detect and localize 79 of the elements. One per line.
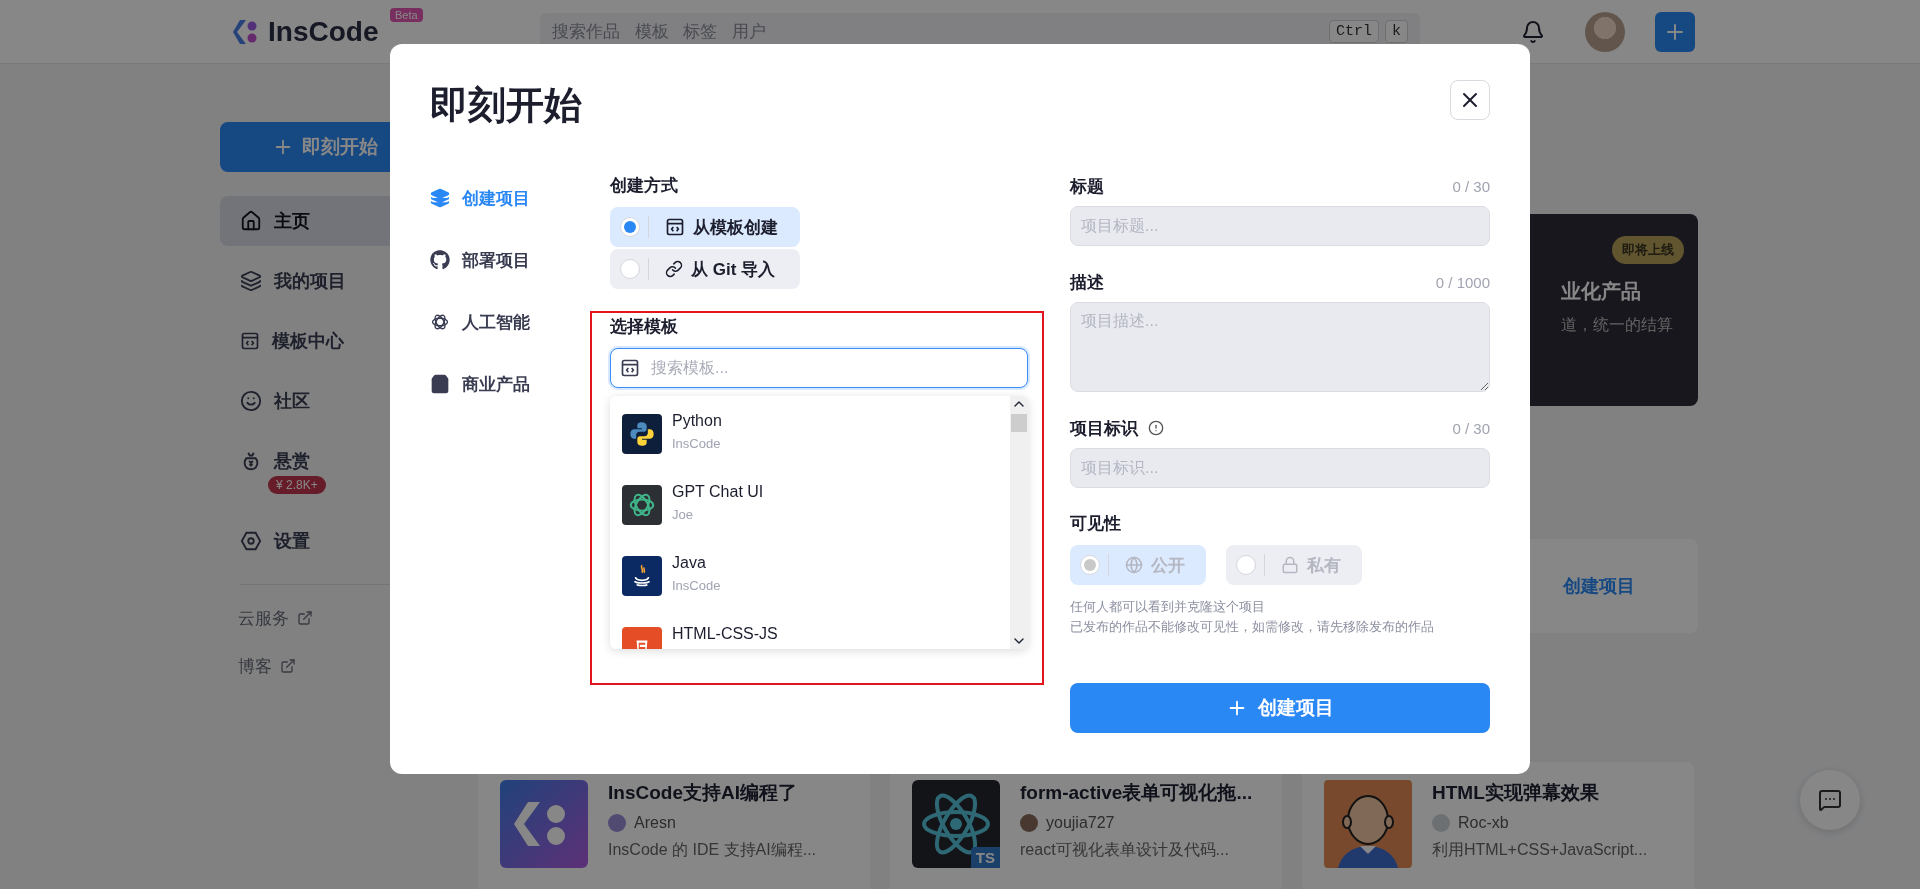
avatar-icon [1020,814,1038,832]
lock-icon [1281,556,1299,574]
project-title: form-active表单可视化拖... [1020,781,1253,805]
settings-icon [240,530,262,552]
create-project-button[interactable]: 创建项目 [1070,683,1490,733]
logo-text: InsCode [268,15,379,48]
template-author: InsCode [672,578,721,593]
language-badge: TS [970,847,1000,868]
snake-logo-icon [622,414,662,454]
promo-text: 道，统一的结算 [1561,315,1673,335]
project-title: InsCode支持AI编程了 [608,781,798,805]
project-description: 利用HTML+CSS+JavaScript... [1432,840,1648,860]
avatar-icon [1432,814,1450,832]
char-counter: 0 / 1000 [1435,273,1490,291]
template-icon [620,358,640,378]
template-name[interactable]: GPT Chat UI [672,483,764,501]
scroll-thumb[interactable] [1011,414,1027,432]
status-badge: 即将上线 [1612,236,1684,264]
link-icon [665,260,683,278]
notification-button[interactable] [1521,19,1545,44]
shortcut-key: Ctrl [1328,20,1379,43]
template-author: Joe [672,507,694,522]
smile-icon [240,390,262,412]
external-link[interactable]: 博客 [220,651,460,681]
add-button[interactable] [1655,11,1695,52]
home-icon [240,210,262,232]
scrollbar[interactable] [1010,396,1028,649]
char-counter: 0 / 30 [1452,419,1490,437]
project-card[interactable]: HTML实现弹幕效果 Roc-xb 利用HTML+CSS+JavaScript... [1302,762,1694,889]
char-counter: 0 / 30 [1452,177,1490,195]
option-label: 公开 [1151,554,1185,577]
template-search-field[interactable]: 搜索模板... [610,348,1028,388]
radio[interactable] [620,259,640,279]
layers-icon [240,270,262,292]
external-link-icon [280,658,296,674]
section-label: 创建方式 [610,175,679,197]
field-label: 标题 [1070,175,1104,198]
radio[interactable] [620,217,640,237]
option-label: 私有 [1307,554,1341,577]
template-icon [240,331,260,351]
template-icon [665,217,685,237]
option-label: 从 Git 导入 [691,258,776,281]
globe-icon [1125,556,1143,574]
project-title: HTML实现弹幕效果 [1432,781,1600,805]
info-icon[interactable] [1148,420,1164,436]
author-name: Aresn [634,814,676,832]
external-link[interactable]: 云服务 [220,603,460,633]
author-name: Roc-xb [1458,814,1509,832]
field-label: 描述 [1070,271,1104,294]
reward-badge: ¥ 2.8K+ [268,476,326,494]
shopping-bag-icon [430,374,450,394]
sidebar-item[interactable]: 设置 [220,516,460,566]
author-name: youjia727 [1046,814,1115,832]
template-author: InsCode [672,436,722,451]
close-button[interactable] [1450,80,1490,120]
layers-icon [430,188,450,208]
beta-tag: Beta [390,7,423,22]
hint-text: 任何人都可以看到并克隆这个项目 [1070,598,1266,616]
avatar-icon[interactable] [1585,11,1625,52]
shortcut-key: k [1385,20,1408,43]
github-icon [430,250,450,270]
method-option[interactable]: 从 Git 导入 [610,249,800,289]
promo-title: 业化产品 [1561,279,1641,304]
chat-icon [1818,788,1842,812]
template-name[interactable]: HTML-CSS-JS [672,625,778,643]
field-label: 项目标识 [1070,417,1138,440]
template-name[interactable]: Python [672,412,722,430]
section-label: 可见性 [1070,513,1122,535]
project-description: InsCode 的 IDE 支持AI编程... [608,840,817,860]
option-label: 从模板创建 [693,216,778,239]
external-link-icon [297,610,313,626]
method-option[interactable]: 从模板创建 [610,207,800,247]
coffee-cup-icon [622,556,662,596]
template-name[interactable]: Java [672,554,721,572]
project-description: react可视化表单设计及代码... [1020,840,1230,860]
avatar-icon [608,814,626,832]
knot-icon [430,312,450,332]
hint-text: 已发布的作品不能修改可见性，如需修改，请先移除发布的作品 [1070,618,1435,636]
section-label: 选择模板 [610,316,679,338]
